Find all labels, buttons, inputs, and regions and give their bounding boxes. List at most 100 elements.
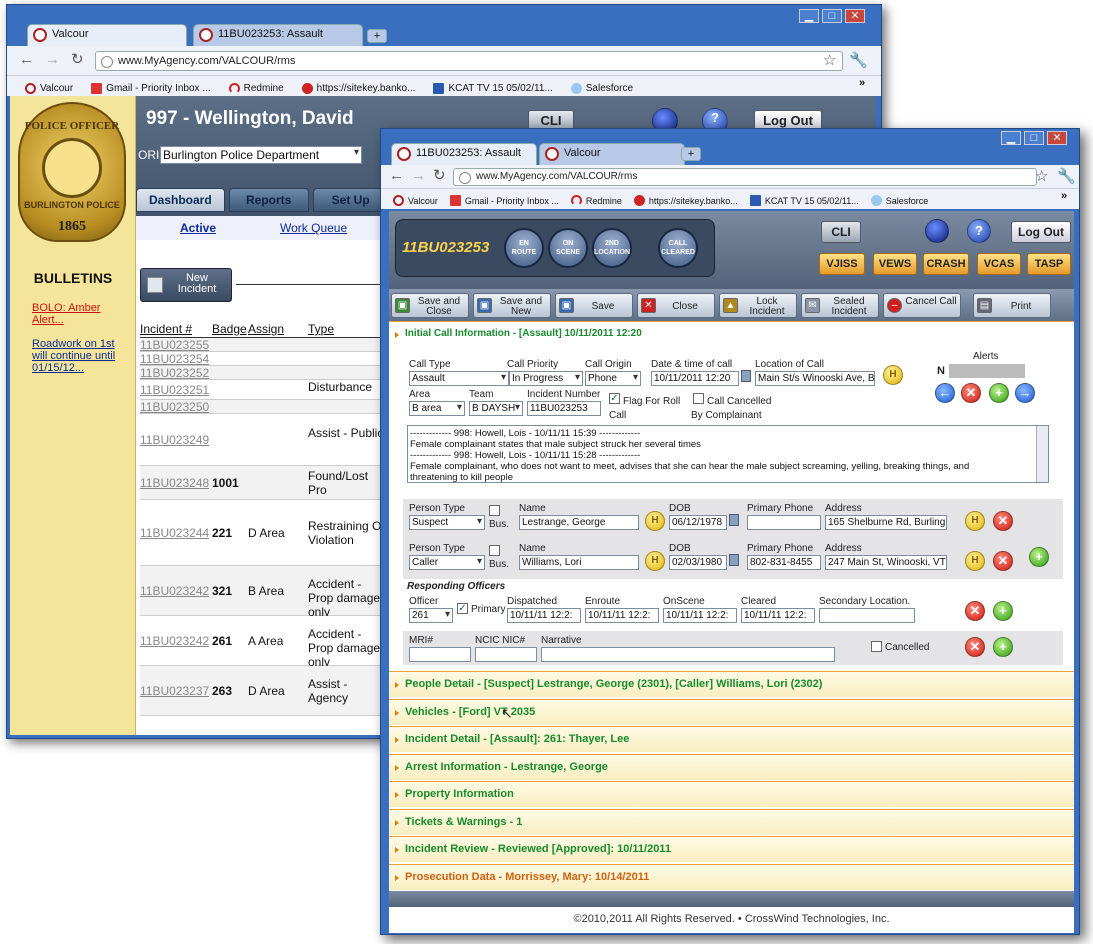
- reload-icon[interactable]: ↻: [433, 166, 446, 184]
- address-bar[interactable]: www.MyAgency.com/VALCOUR/rms: [453, 168, 1037, 186]
- forward-arrow-icon[interactable]: →: [45, 51, 60, 68]
- onscene-input[interactable]: 10/11/11 12:2:: [663, 608, 737, 623]
- primary-checkbox[interactable]: ✓: [457, 603, 468, 614]
- status-en-route-button[interactable]: EN ROUTE: [504, 228, 544, 268]
- bookmark-valcour[interactable]: Valcour: [25, 80, 73, 96]
- history-h-icon[interactable]: H: [965, 511, 985, 531]
- subnav-active[interactable]: Active: [180, 221, 216, 235]
- call-datetime-input[interactable]: 10/11/2011 12:20: [651, 371, 739, 386]
- vjiss-button[interactable]: VJISS: [819, 253, 865, 275]
- close-icon[interactable]: ✕: [1047, 131, 1067, 145]
- bookmark-sitekey[interactable]: https://sitekey.banko...: [301, 80, 415, 96]
- section-header[interactable]: Incident Detail - [Assault]: 261: Thayer…: [389, 726, 1074, 752]
- person-type-select[interactable]: Caller: [409, 555, 485, 570]
- calendar-icon[interactable]: [729, 554, 739, 566]
- address-bar[interactable]: www.MyAgency.com/VALCOUR/rms: [95, 51, 843, 71]
- cleared-input[interactable]: 10/11/11 12:2:: [741, 608, 815, 623]
- incident-id-link[interactable]: 11BU023242: [140, 634, 209, 648]
- person-name-input[interactable]: Lestrange, George: [519, 515, 639, 530]
- close-icon[interactable]: ✕: [845, 9, 865, 23]
- overflow-chevron-icon[interactable]: »: [1061, 190, 1067, 202]
- wrench-icon[interactable]: 🔧: [849, 51, 868, 69]
- dob-input[interactable]: 02/03/1980: [669, 555, 727, 570]
- sealed-incident-button[interactable]: ✉ Sealed Incident: [801, 293, 879, 318]
- dispatched-input[interactable]: 10/11/11 12:2:: [507, 608, 581, 623]
- add-alert-icon[interactable]: +: [989, 383, 1009, 403]
- address-input[interactable]: 165 Shelburne Rd, Burling: [825, 515, 947, 530]
- forward-arrow-icon[interactable]: →: [411, 167, 426, 184]
- bookmark-kcat[interactable]: KCAT TV 15 05/02/11...: [749, 192, 859, 209]
- browser-tab-valcour[interactable]: Valcour: [539, 143, 685, 165]
- status-2nd-location-button[interactable]: 2ND LOCATION: [592, 228, 632, 268]
- bulletin-link-roadwork[interactable]: Roadwork on 1st will continue until 01/1…: [32, 338, 122, 374]
- delete-officer-icon[interactable]: ✕: [965, 601, 985, 621]
- new-tab-button[interactable]: +: [681, 147, 701, 161]
- save-button[interactable]: ▣ Save: [555, 293, 633, 318]
- add-misc-icon[interactable]: +: [993, 637, 1013, 657]
- reload-icon[interactable]: ↻: [71, 50, 84, 68]
- bookmark-redmine[interactable]: Redmine: [570, 192, 622, 209]
- tab-dashboard[interactable]: Dashboard: [136, 188, 225, 212]
- mri-input[interactable]: [409, 647, 471, 662]
- maximize-icon[interactable]: □: [822, 9, 842, 23]
- minimize-icon[interactable]: ▁: [799, 9, 819, 23]
- bookmark-valcour[interactable]: Valcour: [393, 192, 438, 209]
- overflow-chevron-icon[interactable]: »: [859, 77, 865, 89]
- print-button[interactable]: ▤ Print: [973, 293, 1051, 318]
- incident-id-link[interactable]: 11BU023242: [140, 584, 209, 598]
- incident-id-link[interactable]: 11BU023250: [140, 400, 209, 414]
- officer-select[interactable]: 261: [409, 608, 453, 623]
- status-call-cleared-button[interactable]: CALL CLEARED: [658, 228, 698, 268]
- help-icon[interactable]: ?: [967, 219, 991, 243]
- call-origin-select[interactable]: Phone: [585, 371, 641, 386]
- business-checkbox[interactable]: [489, 545, 500, 556]
- call-type-select[interactable]: Assault: [409, 371, 509, 386]
- incident-id-link[interactable]: 11BU023237: [140, 684, 209, 698]
- new-tab-button[interactable]: +: [367, 29, 387, 43]
- call-priority-select[interactable]: In Progress: [509, 371, 583, 386]
- new-incident-button[interactable]: New Incident: [140, 268, 232, 302]
- incident-id-link[interactable]: 11BU023251: [140, 383, 209, 397]
- bookmark-redmine[interactable]: Redmine: [228, 80, 284, 96]
- minimize-icon[interactable]: ▁: [1001, 131, 1021, 145]
- save-and-new-button[interactable]: ▣ Save and New: [473, 293, 551, 318]
- arrow-right-icon[interactable]: →: [1015, 383, 1035, 403]
- narrative-input[interactable]: [541, 647, 835, 662]
- primary-phone-input[interactable]: [747, 515, 821, 530]
- status-on-scene-button[interactable]: ON SCENE: [548, 228, 588, 268]
- history-h-icon[interactable]: H: [965, 551, 985, 571]
- ori-select[interactable]: Burlington Police Department: [160, 146, 362, 164]
- business-checkbox[interactable]: [489, 505, 500, 516]
- area-select[interactable]: B area: [409, 401, 465, 416]
- call-narrative-textarea[interactable]: ------------- 998: Howell, Lois - 10/11/…: [407, 425, 1049, 483]
- section-header[interactable]: Arrest Information - Lestrange, George: [389, 753, 1074, 780]
- add-person-icon[interactable]: +: [1029, 547, 1049, 567]
- bookmark-gmail[interactable]: Gmail - Priority Inbox ...: [449, 192, 559, 209]
- calendar-icon[interactable]: [741, 370, 751, 382]
- primary-phone-input[interactable]: 802-831-8455: [747, 555, 821, 570]
- ncic-input[interactable]: [475, 647, 537, 662]
- bookmark-salesforce[interactable]: Salesforce: [870, 192, 928, 209]
- tab-reports[interactable]: Reports: [228, 188, 309, 212]
- incident-id-link[interactable]: 11BU023255: [140, 338, 209, 352]
- browser-tab-valcour[interactable]: Valcour: [27, 24, 187, 46]
- secondary-location-input[interactable]: [819, 608, 915, 623]
- history-h-icon[interactable]: H: [883, 365, 903, 385]
- add-officer-icon[interactable]: +: [993, 601, 1013, 621]
- section-header[interactable]: People Detail - [Suspect] Lestrange, Geo…: [389, 671, 1074, 697]
- dob-input[interactable]: 06/12/1978: [669, 515, 727, 530]
- vews-button[interactable]: VEWS: [873, 253, 917, 275]
- section-header[interactable]: Prosecution Data - Morrissey, Mary: 10/1…: [389, 863, 1074, 890]
- star-icon[interactable]: ☆: [823, 51, 836, 69]
- wrench-icon[interactable]: 🔧: [1057, 167, 1076, 185]
- person-name-input[interactable]: Williams, Lori: [519, 555, 639, 570]
- history-h-icon[interactable]: H: [645, 551, 665, 571]
- delete-misc-icon[interactable]: ✕: [965, 637, 985, 657]
- tab-setup[interactable]: Set Up: [312, 188, 389, 212]
- history-h-icon[interactable]: H: [645, 511, 665, 531]
- delete-person-icon[interactable]: ✕: [993, 511, 1013, 531]
- maximize-icon[interactable]: □: [1024, 131, 1044, 145]
- crash-button[interactable]: CRASH: [923, 253, 969, 275]
- team-select[interactable]: B DAYSH: [469, 401, 523, 416]
- section-header[interactable]: Incident Review - Reviewed [Approved]: 1…: [389, 836, 1074, 862]
